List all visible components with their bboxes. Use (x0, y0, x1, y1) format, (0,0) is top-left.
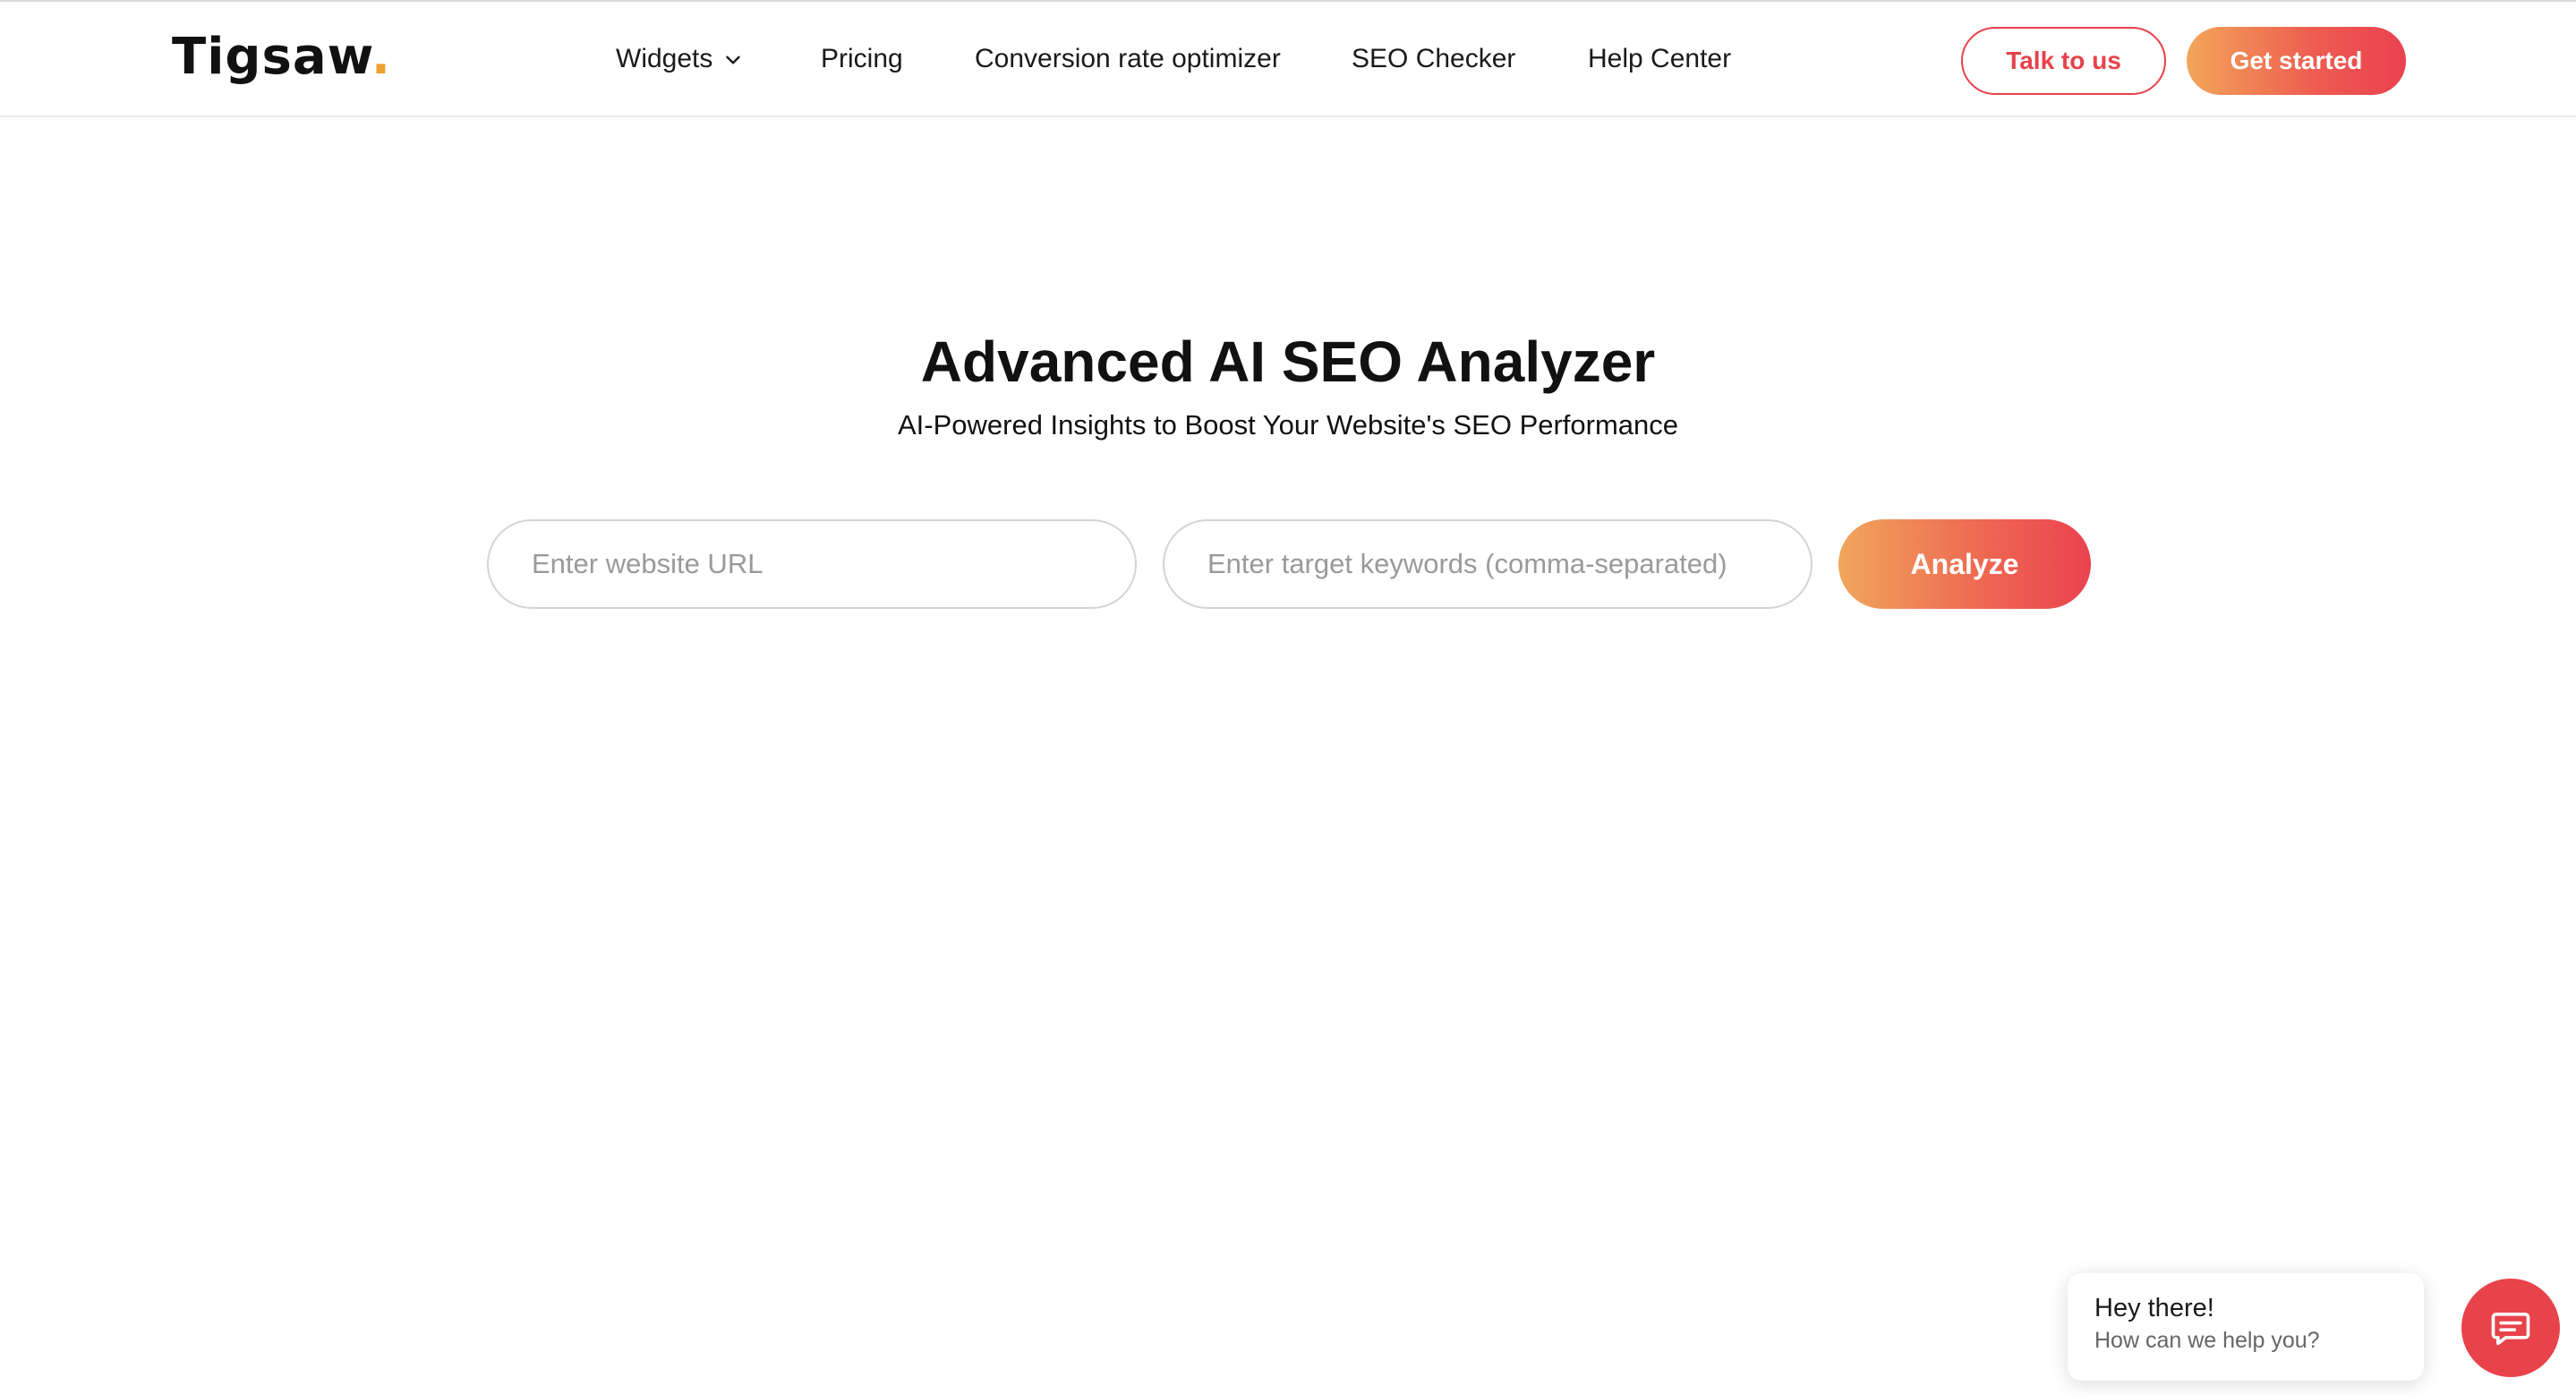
target-keywords-input[interactable] (1163, 519, 1813, 609)
chat-icon (2491, 1312, 2530, 1346)
nav-widgets-label: Widgets (616, 44, 713, 73)
chat-greeting-title: Hey there! (2094, 1294, 2214, 1322)
nav-pricing[interactable]: Pricing (821, 38, 903, 81)
analyze-button[interactable]: Analyze (1838, 519, 2091, 609)
logo-text: Tigsaw (172, 28, 371, 86)
chevron-down-icon (726, 56, 741, 64)
chat-greeting-bubble[interactable]: Hey there! How can we help you? (2068, 1273, 2424, 1381)
page-subtitle: AI-Powered Insights to Boost Your Websit… (897, 409, 1679, 441)
top-navigation-bar: Tigsaw. Widgets Pricing Conversion rate … (0, 0, 2576, 117)
logo-dot: . (371, 28, 392, 86)
talk-to-us-button[interactable]: Talk to us (1961, 27, 2166, 95)
nav-conversion-rate-optimizer[interactable]: Conversion rate optimizer (975, 38, 1281, 81)
page-title: Advanced AI SEO Analyzer (920, 329, 1656, 394)
get-started-button[interactable]: Get started (2187, 27, 2406, 95)
chat-greeting-text: How can we help you? (2094, 1328, 2320, 1353)
tigsaw-logo[interactable]: Tigsaw. (172, 25, 391, 90)
chat-launcher-button[interactable] (2461, 1279, 2560, 1377)
website-url-input[interactable] (487, 519, 1137, 609)
nav-seo-checker[interactable]: SEO Checker (1352, 38, 1515, 81)
nav-help-center[interactable]: Help Center (1588, 38, 1731, 81)
nav-widgets-dropdown[interactable]: Widgets (616, 38, 745, 81)
